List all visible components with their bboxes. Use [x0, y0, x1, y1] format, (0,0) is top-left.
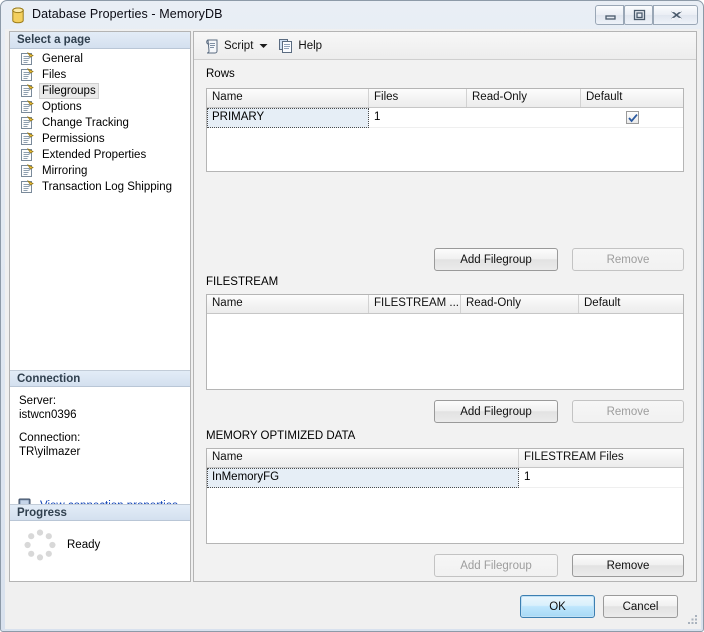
sidebar-item-label: Options [42, 101, 82, 113]
maximize-button[interactable] [624, 5, 653, 25]
sidebar-item-options[interactable]: Options [10, 99, 190, 115]
page-icon [20, 132, 35, 146]
page-icon [20, 116, 35, 130]
column-header-read-only[interactable]: Read-Only [461, 295, 579, 313]
database-icon [10, 7, 26, 24]
column-header-filestream-files[interactable]: FILESTREAM Files [519, 449, 683, 467]
dialog-client-area: Select a page General Files Filegroups O… [5, 29, 701, 629]
sidebar-item-label: Mirroring [42, 165, 88, 177]
filestream-section-label: FILESTREAM [206, 276, 279, 288]
cell-name[interactable]: InMemoryFG [207, 468, 519, 488]
select-page-header: Select a page [10, 32, 190, 49]
database-properties-window: Database Properties - MemoryDB Select a … [0, 0, 704, 632]
script-icon [204, 38, 220, 54]
close-button[interactable] [653, 5, 698, 25]
sidebar-item-label: Files [42, 69, 67, 81]
connection-server-value: istwcn0396 [19, 409, 77, 421]
chevron-down-icon[interactable] [257, 36, 270, 56]
sidebar-item-change-tracking[interactable]: Change Tracking [10, 115, 190, 131]
rows-grid[interactable]: Name Files Read-Only Default PRIMARY 1 [206, 88, 684, 172]
cancel-button[interactable]: Cancel [603, 595, 678, 618]
column-header-name[interactable]: Name [207, 295, 369, 313]
progress-spinner-icon [23, 528, 57, 562]
page-icon [20, 84, 35, 98]
progress-header: Progress [10, 504, 190, 521]
table-row[interactable]: InMemoryFG 1 [207, 468, 683, 488]
navigation-panel: Select a page General Files Filegroups O… [9, 31, 191, 582]
cell-default[interactable] [581, 108, 683, 128]
rows-section-label: Rows [206, 68, 235, 80]
help-button[interactable]: Help [274, 35, 326, 56]
sidebar-item-files[interactable]: Files [10, 67, 190, 83]
connection-server-label: Server: [19, 395, 57, 407]
sidebar-item-label: Filegroups [39, 83, 99, 99]
cell-read-only[interactable] [467, 108, 581, 128]
column-header-files[interactable]: Files [369, 89, 467, 107]
window-title: Database Properties - MemoryDB [32, 7, 223, 21]
sidebar-item-extended-properties[interactable]: Extended Properties [10, 147, 190, 163]
resize-grip-icon[interactable] [685, 613, 699, 627]
memory-grid-header: Name FILESTREAM Files [207, 449, 683, 468]
page-icon [20, 180, 35, 194]
sidebar-item-label: General [42, 53, 83, 65]
title-bar: Database Properties - MemoryDB [1, 1, 703, 31]
dialog-toolbar: Script Help [194, 32, 696, 60]
filestream-remove-button: Remove [572, 400, 684, 423]
column-header-name[interactable]: Name [207, 449, 519, 467]
page-icon [20, 68, 35, 82]
memory-optimized-grid[interactable]: Name FILESTREAM Files InMemoryFG 1 [206, 448, 684, 544]
cell-files[interactable]: 1 [369, 108, 467, 128]
page-icon [20, 164, 35, 178]
help-icon [278, 38, 294, 54]
rows-remove-button: Remove [572, 248, 684, 271]
content-panel: Script Help Rows Name Files Read-Only De… [193, 31, 697, 582]
memory-section-label: MEMORY OPTIMIZED DATA [206, 430, 356, 442]
sidebar-item-label: Permissions [42, 133, 105, 145]
sidebar-item-permissions[interactable]: Permissions [10, 131, 190, 147]
filestream-grid-header: Name FILESTREAM ... Read-Only Default [207, 295, 683, 314]
filegroups-page: Rows Name Files Read-Only Default PRIMAR… [194, 60, 696, 581]
sidebar-item-transaction-log-shipping[interactable]: Transaction Log Shipping [10, 179, 190, 195]
filestream-add-filegroup-button[interactable]: Add Filegroup [434, 400, 558, 423]
minimize-button[interactable] [595, 5, 624, 25]
page-icon [20, 52, 35, 66]
filestream-grid[interactable]: Name FILESTREAM ... Read-Only Default [206, 294, 684, 390]
progress-status-text: Ready [67, 539, 101, 551]
sidebar-item-mirroring[interactable]: Mirroring [10, 163, 190, 179]
column-header-filestream-files[interactable]: FILESTREAM ... [369, 295, 461, 313]
sidebar-item-label: Change Tracking [42, 117, 129, 129]
sidebar-item-label: Extended Properties [42, 149, 147, 161]
connection-header: Connection [10, 370, 190, 387]
page-list: General Files Filegroups Options Change … [10, 51, 190, 195]
progress-status: Ready [23, 528, 100, 562]
help-label: Help [298, 39, 323, 52]
default-checkbox[interactable] [625, 111, 639, 124]
rows-add-filegroup-button[interactable]: Add Filegroup [434, 248, 558, 271]
sidebar-item-filegroups[interactable]: Filegroups [10, 83, 190, 99]
sidebar-item-label: Transaction Log Shipping [42, 181, 172, 193]
script-button[interactable]: Script [200, 35, 257, 56]
ok-button[interactable]: OK [520, 595, 595, 618]
memory-remove-button[interactable]: Remove [572, 554, 684, 577]
page-icon [20, 100, 35, 114]
connection-user-value: TR\yilmazer [19, 446, 81, 458]
connection-user-label: Connection: [19, 432, 81, 444]
memory-add-filegroup-button: Add Filegroup [434, 554, 558, 577]
script-label: Script [224, 39, 254, 52]
table-row[interactable]: PRIMARY 1 [207, 108, 683, 128]
cell-filestream-files[interactable]: 1 [519, 468, 683, 488]
column-header-default[interactable]: Default [579, 295, 683, 313]
sidebar-item-general[interactable]: General [10, 51, 190, 67]
page-icon [20, 148, 35, 162]
column-header-default[interactable]: Default [581, 89, 683, 107]
rows-grid-header: Name Files Read-Only Default [207, 89, 683, 108]
cell-name[interactable]: PRIMARY [207, 108, 369, 128]
column-header-read-only[interactable]: Read-Only [467, 89, 581, 107]
column-header-name[interactable]: Name [207, 89, 369, 107]
